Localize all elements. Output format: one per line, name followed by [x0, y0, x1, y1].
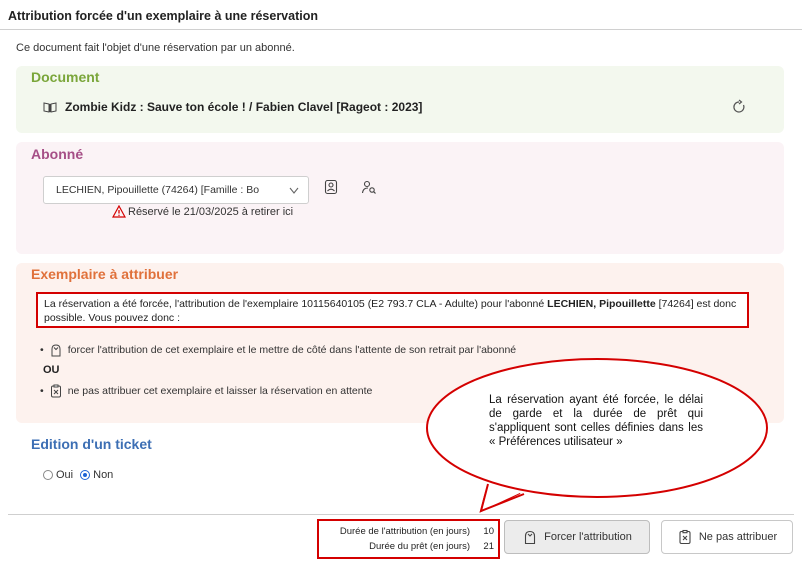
forced-reservation-message: La réservation a été forcée, l'attributi…	[36, 292, 749, 328]
document-title: Zombie Kidz : Sauve ton école ! / Fabien…	[65, 100, 423, 114]
force-attribution-label: Forcer l'attribution	[544, 531, 632, 543]
ticket-radio-group: Oui Non	[43, 469, 113, 481]
pret-duration-row: Durée du prêt (en jours) 21	[369, 541, 494, 552]
skip-attribution-icon	[677, 529, 693, 545]
warning-icon	[112, 205, 126, 218]
document-line: Zombie Kidz : Sauve ton école ! / Fabien…	[43, 100, 422, 114]
or-label: ou	[43, 364, 60, 376]
radio-non[interactable]	[80, 470, 91, 480]
document-section-title: Document	[31, 69, 100, 85]
force-attribution-button[interactable]: Forcer l'attribution	[504, 520, 650, 554]
pret-duration-label: Durée du prêt (en jours)	[369, 541, 470, 552]
skip-attribution-label: Ne pas attribuer	[698, 531, 778, 543]
dialog-title: Attribution forcée d'un exemplaire à une…	[8, 9, 318, 23]
radio-oui-label: Oui	[56, 469, 74, 481]
dialog-header: Attribution forcée d'un exemplaire à une…	[0, 0, 802, 30]
id-card-icon[interactable]	[323, 179, 339, 195]
bullet-dot: •	[40, 385, 44, 397]
durations-box: Durée de l'attribution (en jours) 10 Dur…	[317, 519, 500, 559]
skip-attribution-icon	[49, 384, 63, 398]
bullet-dot: •	[40, 344, 44, 356]
option-force-text: forcer l'attribution de cet exemplaire e…	[67, 344, 517, 356]
option-skip-text: ne pas attribuer cet exemplaire et laiss…	[67, 385, 373, 397]
footer-divider	[8, 514, 794, 515]
refresh-icon[interactable]	[731, 99, 747, 115]
force-attribution-icon	[49, 343, 63, 357]
option-skip: • ne pas attribuer cet exemplaire et lai…	[40, 384, 372, 398]
radio-oui[interactable]	[43, 470, 53, 480]
message-abonne-name: LECHIEN, Pipouillette	[547, 298, 656, 310]
reservation-warning: Réservé le 21/03/2025 à retirer ici	[112, 205, 293, 218]
exemplaire-section-title: Exemplaire à attribuer	[31, 266, 179, 282]
message-part1: La réservation a été forcée, l'attributi…	[44, 298, 548, 310]
ticket-section-title: Edition d'un ticket	[31, 436, 152, 452]
option-force: • forcer l'attribution de cet exemplaire…	[40, 343, 516, 357]
abonne-select-value: LECHIEN, Pipouillette (74264) [Famille :…	[56, 184, 260, 196]
attribution-duration-label: Durée de l'attribution (en jours)	[339, 526, 470, 537]
radio-non-label: Non	[93, 469, 114, 481]
warning-text: Réservé le 21/03/2025 à retirer ici	[128, 205, 294, 218]
heart-icon	[288, 184, 300, 196]
abonne-select[interactable]: LECHIEN, Pipouillette (74264) [Famille :…	[43, 176, 309, 204]
attribution-duration-value: 10	[483, 526, 494, 537]
user-search-icon[interactable]	[361, 179, 377, 195]
abonne-section-title: Abonné	[31, 146, 84, 162]
document-panel: Document Zombie Kidz : Sauve ton école !…	[16, 66, 784, 133]
callout-text: La réservation ayant été forcée, le déla…	[489, 394, 703, 448]
book-icon	[43, 101, 57, 113]
pret-duration-value: 21	[483, 541, 494, 552]
intro-text: Ce document fait l'objet d'une réservati…	[16, 42, 295, 54]
skip-attribution-button[interactable]: Ne pas attribuer	[661, 520, 793, 554]
attribution-duration-row: Durée de l'attribution (en jours) 10	[340, 526, 494, 537]
abonne-panel: Abonné LECHIEN, Pipouillette (74264) [Fa…	[16, 142, 784, 254]
force-attribution-icon	[522, 529, 538, 545]
